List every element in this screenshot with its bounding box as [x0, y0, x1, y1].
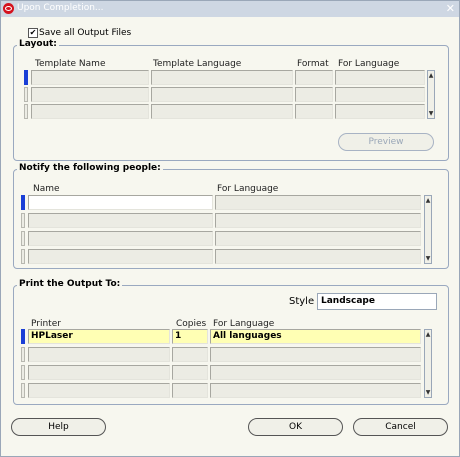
oracle-logo-icon [3, 3, 14, 14]
layout-template-language-cell[interactable] [151, 87, 293, 102]
notify-row-marker[interactable] [21, 249, 25, 264]
col-printer: Printer [31, 319, 61, 329]
style-label: Style [289, 296, 315, 307]
scroll-down-arrow-icon[interactable]: ▼ [425, 389, 431, 396]
scroll-down-arrow-icon[interactable]: ▼ [425, 255, 431, 262]
layout-template-language-cell[interactable] [151, 70, 293, 85]
col-for-language: For Language [338, 59, 400, 69]
layout-for-language-cell[interactable] [335, 70, 425, 85]
upon-completion-window: Upon Completion... ✕ ✔ Save all Output F… [0, 0, 460, 457]
notify-for-language-cell[interactable] [215, 249, 421, 264]
scroll-down-arrow-icon[interactable]: ▼ [428, 110, 434, 117]
copies-cell[interactable] [172, 347, 208, 362]
layout-legend: Layout: [17, 39, 59, 49]
layout-format-cell[interactable] [295, 70, 333, 85]
layout-row-marker[interactable] [24, 87, 28, 102]
col-copies: Copies [176, 319, 207, 329]
style-field[interactable]: Landscape [317, 293, 437, 310]
layout-for-language-cell[interactable] [335, 87, 425, 102]
layout-template-language-cell[interactable] [151, 104, 293, 119]
scroll-up-arrow-icon[interactable]: ▲ [425, 197, 431, 204]
print-for-language-cell[interactable] [210, 347, 421, 362]
layout-format-cell[interactable] [295, 87, 333, 102]
notify-row-marker[interactable] [21, 231, 25, 246]
print-for-language-cell[interactable] [210, 365, 421, 380]
layout-row-marker[interactable] [24, 104, 28, 119]
col-template-name: Template Name [35, 59, 106, 69]
notify-for-language-cell[interactable] [215, 195, 421, 210]
print-legend: Print the Output To: [17, 279, 123, 289]
notify-scrollbar[interactable]: ▲ ▼ [424, 195, 432, 264]
help-button[interactable]: Help [11, 418, 106, 436]
printer-cell[interactable] [28, 383, 170, 398]
print-row-marker[interactable] [21, 365, 25, 380]
preview-button[interactable]: Preview [338, 133, 434, 151]
notify-name-cell[interactable] [28, 231, 213, 246]
layout-template-name-cell[interactable] [31, 87, 149, 102]
print-row-marker[interactable] [21, 329, 25, 344]
cancel-button[interactable]: Cancel [353, 418, 448, 436]
save-all-output-files-label: Save all Output Files [39, 28, 132, 38]
notify-name-cell[interactable] [28, 195, 213, 210]
printer-cell[interactable]: HPLaser [28, 329, 170, 344]
save-all-output-files-checkbox[interactable]: ✔ [28, 28, 38, 38]
layout-row-marker[interactable] [24, 70, 28, 85]
close-icon[interactable]: ✕ [446, 2, 455, 16]
col-for-language: For Language [217, 184, 279, 194]
notify-row-marker[interactable] [21, 195, 25, 210]
copies-cell[interactable] [172, 383, 208, 398]
layout-template-name-cell[interactable] [31, 104, 149, 119]
print-scrollbar[interactable]: ▲ ▼ [424, 329, 432, 398]
printer-cell[interactable] [28, 347, 170, 362]
notify-name-cell[interactable] [28, 213, 213, 228]
ok-button[interactable]: OK [248, 418, 343, 436]
col-name: Name [33, 184, 60, 194]
copies-cell[interactable] [172, 365, 208, 380]
notify-legend: Notify the following people: [17, 163, 163, 173]
window-title: Upon Completion... [17, 3, 104, 13]
layout-scrollbar[interactable]: ▲ ▼ [427, 70, 435, 119]
print-row-marker[interactable] [21, 383, 25, 398]
col-template-language: Template Language [153, 59, 242, 69]
notify-for-language-cell[interactable] [215, 213, 421, 228]
notify-for-language-cell[interactable] [215, 231, 421, 246]
layout-for-language-cell[interactable] [335, 104, 425, 119]
scroll-up-arrow-icon[interactable]: ▲ [425, 331, 431, 338]
scroll-up-arrow-icon[interactable]: ▲ [428, 72, 434, 79]
notify-row-marker[interactable] [21, 213, 25, 228]
print-for-language-cell[interactable] [210, 383, 421, 398]
col-format: Format [297, 59, 329, 69]
copies-cell[interactable]: 1 [172, 329, 208, 344]
layout-template-name-cell[interactable] [31, 70, 149, 85]
print-row-marker[interactable] [21, 347, 25, 362]
print-for-language-cell[interactable]: All languages [210, 329, 421, 344]
printer-cell[interactable] [28, 365, 170, 380]
layout-format-cell[interactable] [295, 104, 333, 119]
title-bar: Upon Completion... ✕ [1, 1, 459, 17]
col-for-language: For Language [213, 319, 275, 329]
notify-name-cell[interactable] [28, 249, 213, 264]
